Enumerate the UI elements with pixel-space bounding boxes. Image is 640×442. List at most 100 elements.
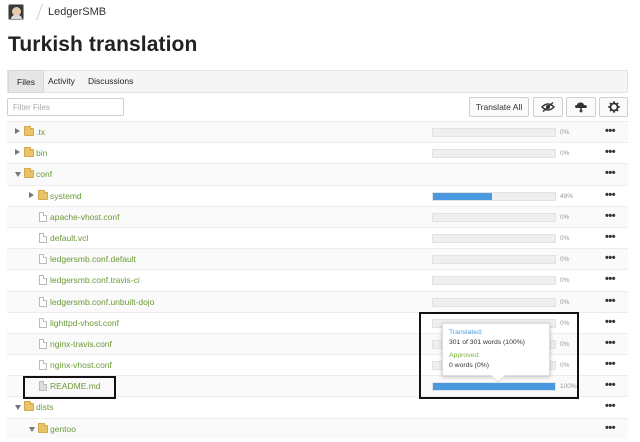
progress-bar[interactable] <box>432 382 556 392</box>
more-options-icon[interactable]: ••• <box>605 378 616 392</box>
progress-percent: 0% <box>560 340 570 348</box>
file-row[interactable]: bin 0% ••• <box>7 142 628 163</box>
file-name-link[interactable]: nginx-travis.conf <box>50 337 112 351</box>
avatar[interactable] <box>8 4 24 20</box>
file-icon <box>39 360 47 371</box>
progress-percent: 0% <box>560 319 570 327</box>
progress-bar[interactable] <box>432 128 556 137</box>
more-options-icon[interactable]: ••• <box>605 315 616 329</box>
hide-toggle-button[interactable] <box>533 97 563 117</box>
progress-percent: 0% <box>560 277 570 285</box>
tooltip-translated-value: 301 of 301 words (100%) <box>449 339 525 346</box>
tab-discussions[interactable]: Discussions <box>80 71 141 92</box>
more-options-icon[interactable]: ••• <box>605 145 616 159</box>
file-row[interactable]: ledgersmb.conf.travis-ci 0% ••• <box>7 269 628 290</box>
more-options-icon[interactable]: ••• <box>605 294 616 308</box>
settings-button[interactable] <box>599 97 628 117</box>
file-name-link[interactable]: ledgersmb.conf.unbuilt-dojo <box>50 295 154 309</box>
file-icon <box>39 275 47 286</box>
file-name-link[interactable]: default.vcl <box>50 231 88 245</box>
file-row[interactable]: .tx 0% ••• <box>7 121 628 143</box>
file-tree: .tx 0% ••• bin 0% ••• conf ••• systemd 48% ••• apac… <box>7 121 628 439</box>
chevron-right-icon[interactable] <box>15 128 20 134</box>
file-name-link[interactable]: bin <box>36 146 47 160</box>
file-icon <box>39 317 47 328</box>
progress-percent: 48% <box>560 192 574 200</box>
progress-bar[interactable] <box>432 297 556 307</box>
file-row[interactable]: systemd 48% ••• <box>7 184 628 206</box>
file-name-link[interactable]: lighttpd-vhost.conf <box>50 316 119 330</box>
folder-icon <box>38 422 48 433</box>
chevron-down-icon[interactable] <box>15 172 21 178</box>
progress-percent: 0% <box>560 234 570 242</box>
more-options-icon[interactable]: ••• <box>605 124 616 138</box>
file-icon <box>39 211 47 222</box>
progress-percent: 100% <box>560 383 577 391</box>
more-options-icon[interactable]: ••• <box>605 421 616 435</box>
file-row[interactable]: conf ••• <box>7 163 628 185</box>
folder-icon <box>24 401 34 412</box>
more-options-icon[interactable]: ••• <box>605 188 616 202</box>
file-name-link[interactable]: ledgersmb.conf.default <box>50 252 136 266</box>
progress-fill <box>433 383 555 391</box>
progress-percent: 0% <box>560 362 570 370</box>
progress-percent: 0% <box>560 298 570 306</box>
file-name-link[interactable]: README.md <box>50 379 101 393</box>
progress-bar[interactable] <box>432 191 556 201</box>
breadcrumb: LedgerSMB <box>8 3 106 21</box>
tooltip-approved-label: Approved: <box>449 352 480 359</box>
progress-percent: 0% <box>560 213 570 221</box>
progress-bar[interactable] <box>432 212 556 222</box>
file-row[interactable]: ledgersmb.conf.default 0% ••• <box>7 248 628 270</box>
more-options-icon[interactable]: ••• <box>605 272 616 286</box>
file-name-link[interactable]: ledgersmb.conf.travis-ci <box>50 273 140 287</box>
file-icon <box>39 296 47 307</box>
more-options-icon[interactable]: ••• <box>605 166 616 180</box>
file-icon <box>39 381 47 392</box>
file-row[interactable]: README.md 100% ••• <box>7 375 628 397</box>
file-name-link[interactable]: gentoo <box>50 422 76 436</box>
file-name-link[interactable]: systemd <box>50 189 82 203</box>
folder-icon <box>24 126 34 136</box>
file-icon <box>39 338 47 349</box>
file-row[interactable]: gentoo ••• <box>7 417 628 439</box>
file-name-link[interactable]: apache-vhost.conf <box>50 210 119 224</box>
file-name-link[interactable]: dists <box>36 400 53 414</box>
more-options-icon[interactable]: ••• <box>605 209 616 223</box>
more-options-icon[interactable]: ••• <box>605 357 616 371</box>
tab-bar: Files Activity Discussions <box>7 70 628 93</box>
progress-bar[interactable] <box>432 255 556 265</box>
file-name-link[interactable]: .tx <box>36 125 45 139</box>
tab-activity[interactable]: Activity <box>40 71 83 92</box>
file-row[interactable]: apache-vhost.conf 0% ••• <box>7 205 628 227</box>
progress-percent: 0% <box>560 256 570 264</box>
progress-percent: 0% <box>560 150 570 158</box>
more-options-icon[interactable]: ••• <box>605 230 616 244</box>
chevron-down-icon[interactable] <box>15 405 21 411</box>
file-name-link[interactable]: conf <box>36 167 52 181</box>
translate-all-button[interactable]: Translate All <box>469 97 529 117</box>
progress-bar[interactable] <box>432 276 556 286</box>
breadcrumb-project[interactable]: LedgerSMB <box>48 6 106 18</box>
progress-tooltip: Translated: 301 of 301 words (100%) Appr… <box>442 323 550 376</box>
file-row[interactable]: default.vcl 0% ••• <box>7 226 628 248</box>
file-icon <box>39 232 47 243</box>
chevron-right-icon[interactable] <box>29 191 34 198</box>
chevron-down-icon[interactable] <box>29 426 35 432</box>
tooltip-translated-label: Translated: <box>449 329 483 336</box>
file-row[interactable]: dists ••• <box>7 396 628 417</box>
progress-bar[interactable] <box>432 149 556 159</box>
download-button[interactable] <box>566 97 596 117</box>
file-name-link[interactable]: nginx-vhost.conf <box>50 358 112 372</box>
progress-bar[interactable] <box>432 233 556 243</box>
tooltip-approved-value: 0 words (0%) <box>449 362 490 369</box>
more-options-icon[interactable]: ••• <box>605 336 616 350</box>
more-options-icon[interactable]: ••• <box>605 399 616 413</box>
filter-files-input[interactable] <box>7 98 124 116</box>
chevron-right-icon[interactable] <box>15 149 20 156</box>
folder-icon <box>24 147 34 158</box>
more-options-icon[interactable]: ••• <box>605 251 616 265</box>
file-row[interactable]: ledgersmb.conf.unbuilt-dojo 0% ••• <box>7 290 628 312</box>
breadcrumb-separator <box>31 4 43 20</box>
tab-files[interactable]: Files <box>8 70 44 93</box>
